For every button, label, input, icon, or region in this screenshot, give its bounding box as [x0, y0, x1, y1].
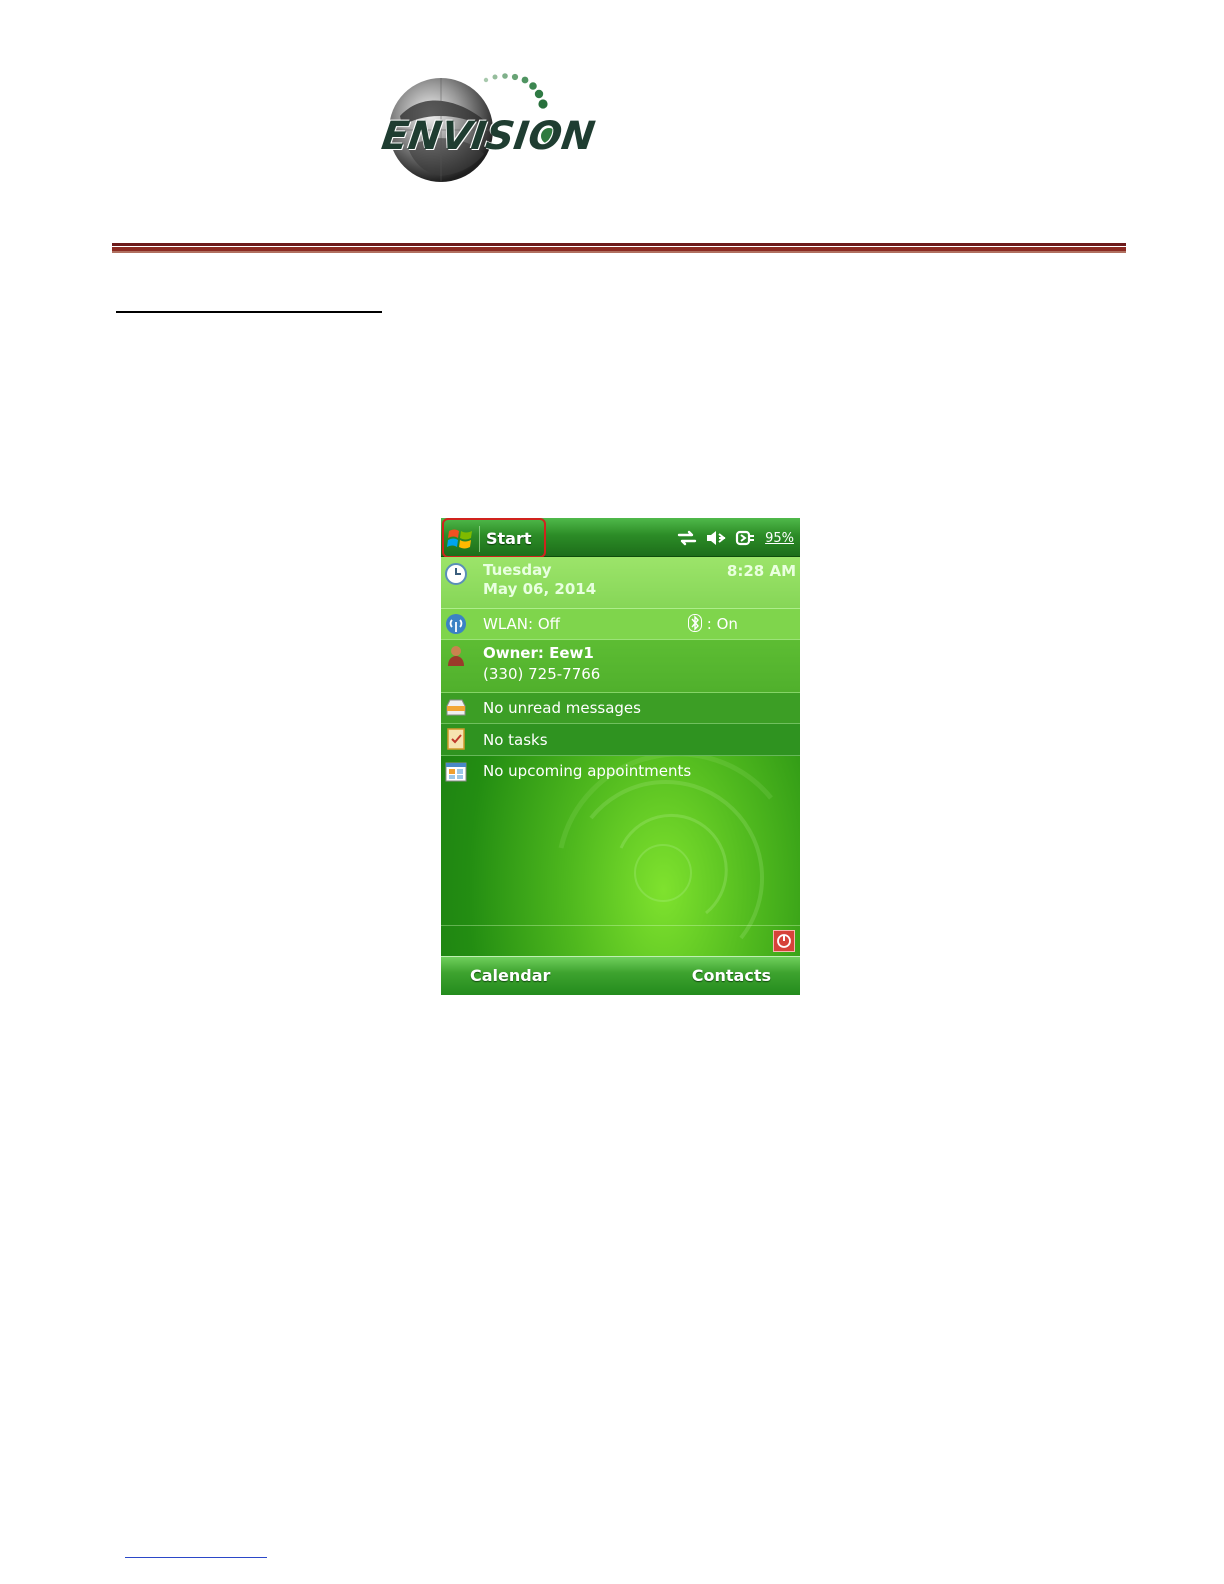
header-rule-shadow: [112, 251, 1126, 253]
section-heading-underline: [116, 311, 382, 313]
clock-time: 8:28 AM: [726, 562, 796, 580]
battery-percentage[interactable]: 95%: [765, 531, 794, 546]
owner-phone: (330) 725-7766: [483, 665, 601, 683]
date-day: Tuesday: [483, 561, 552, 579]
today-date-item[interactable]: Tuesday May 06, 2014 8:28 AM: [441, 557, 800, 609]
power-notification-button[interactable]: [773, 930, 795, 952]
task-clipboard-icon: [447, 728, 465, 750]
clock-icon: [445, 563, 467, 585]
calendar-grid-icon: [445, 762, 467, 782]
start-separator: [479, 526, 480, 552]
power-icon: [777, 934, 791, 948]
windows-flag-icon: [447, 529, 472, 549]
date-full: May 06, 2014: [483, 580, 597, 598]
today-connectivity-item[interactable]: WLAN: Off : On: [441, 609, 800, 640]
contacts-softkey[interactable]: Contacts: [692, 966, 771, 985]
device-screenshot: Start 95% Tuesday May 06, 2014 8:28 AM W…: [441, 518, 800, 995]
envision-logo: ENVISION: [378, 68, 628, 192]
today-messages-item[interactable]: No unread messages: [441, 693, 800, 724]
owner-person-icon: [448, 646, 464, 666]
calendar-softkey[interactable]: Calendar: [470, 966, 550, 985]
inbox-tray-icon: [446, 699, 466, 716]
speaker-muted-icon[interactable]: [705, 527, 727, 549]
today-tasks-item[interactable]: No tasks: [441, 724, 800, 756]
power-plug-icon[interactable]: [734, 527, 756, 549]
tasks-status: No tasks: [483, 731, 548, 749]
bluetooth-status: : On: [706, 615, 738, 633]
today-appointments-item[interactable]: No upcoming appointments: [441, 756, 800, 786]
start-label: Start: [486, 529, 532, 548]
bluetooth-icon: [688, 614, 702, 632]
softkey-bar: Calendar Contacts: [441, 956, 800, 995]
sync-arrows-icon[interactable]: [676, 527, 698, 549]
logo-wordmark: ENVISION: [378, 114, 598, 159]
status-icons: 95%: [676, 526, 794, 550]
wlan-status: WLAN: Off: [483, 615, 560, 633]
header-rule: [112, 243, 1126, 246]
footer-link-underline[interactable]: [125, 1557, 267, 1558]
appointments-status: No upcoming appointments: [483, 762, 692, 780]
bluetooth-status-group: : On: [688, 614, 738, 633]
messages-status: No unread messages: [483, 699, 641, 717]
status-strip-divider: [441, 925, 800, 926]
start-button[interactable]: Start: [442, 518, 547, 558]
title-bar: Start 95%: [441, 518, 800, 558]
wireless-antenna-icon: [446, 614, 466, 634]
owner-name: Owner: Eew1: [483, 644, 594, 662]
today-owner-item[interactable]: Owner: Eew1 (330) 725-7766: [441, 640, 800, 693]
